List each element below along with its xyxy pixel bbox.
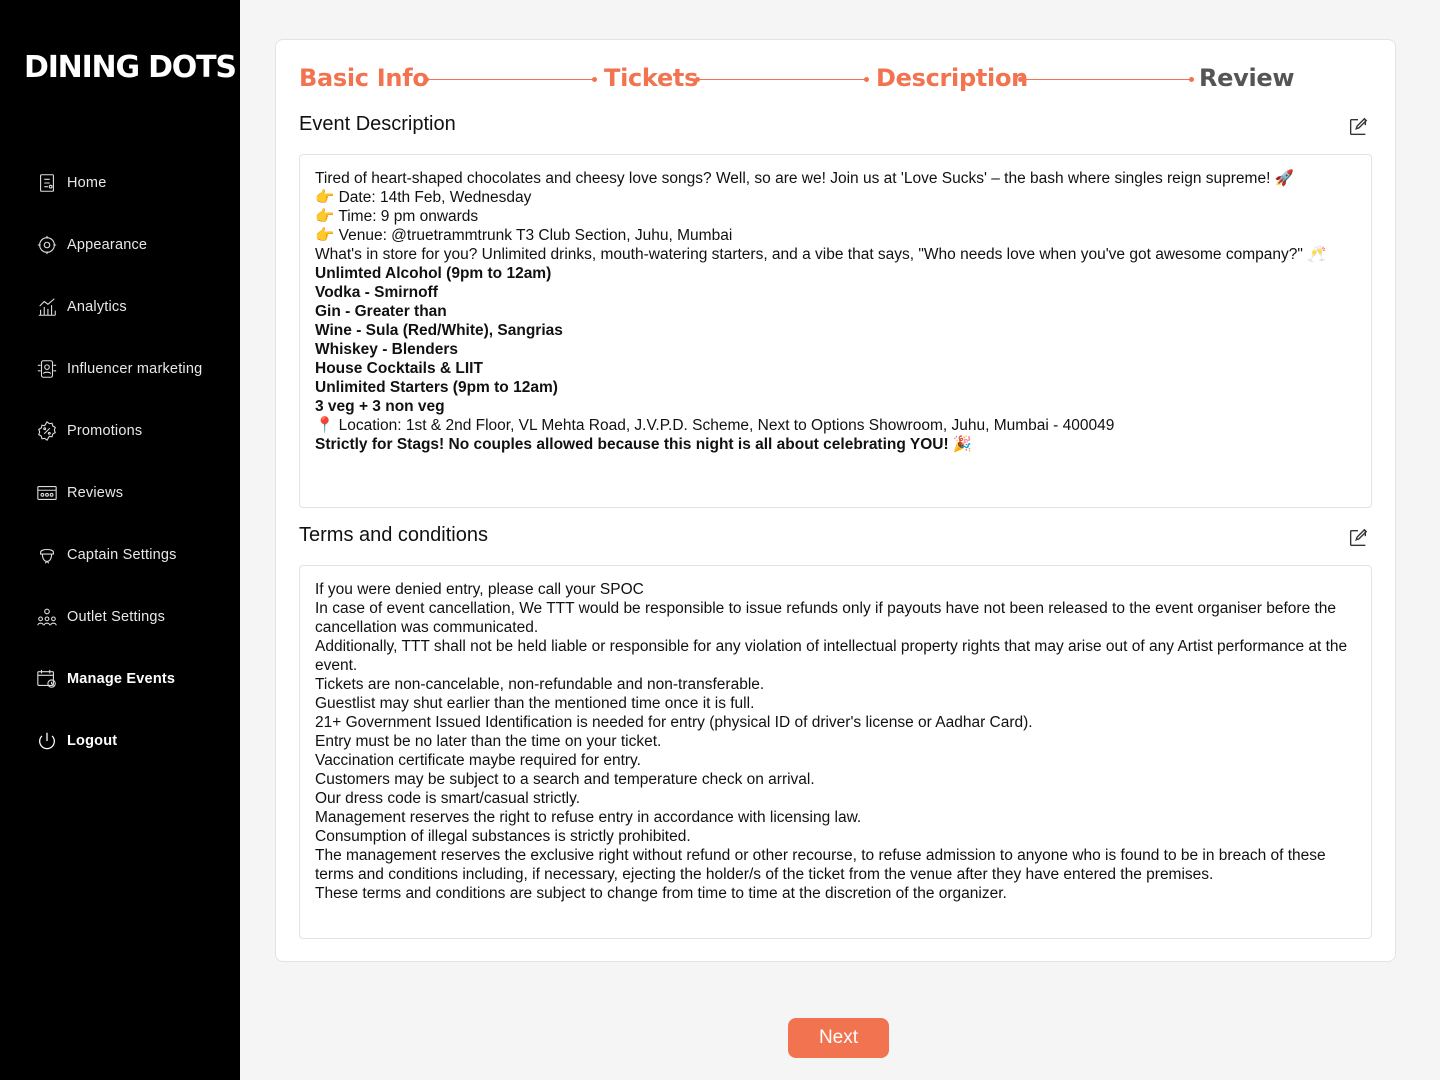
sidebar-nav: Home Appearance Analytics Influencer mar… <box>0 152 240 772</box>
terms-line: Customers may be subject to a search and… <box>315 771 815 788</box>
description-line: Strictly for Stags! No couples allowed b… <box>315 436 973 453</box>
brand-logo: DINING DOTS <box>24 50 237 85</box>
sidebar-item-outlet-settings[interactable]: Outlet Settings <box>0 586 240 648</box>
sidebar-item-label: Captain Settings <box>67 547 177 563</box>
event-description-title: Event Description <box>299 113 456 135</box>
step-tickets[interactable]: Tickets <box>604 64 698 92</box>
terms-textbox[interactable]: If you were denied entry, please call yo… <box>299 565 1372 939</box>
edit-icon <box>1349 528 1368 547</box>
sidebar-item-label: Outlet Settings <box>67 609 166 625</box>
description-line: House Cocktails & LIIT <box>315 360 483 377</box>
event-form-card: Basic Info Tickets Description Review Ev… <box>275 39 1396 962</box>
description-line: Unlimted Alcohol (9pm to 12am) <box>315 265 552 282</box>
sidebar-item-label: Analytics <box>67 299 127 315</box>
terms-line: Management reserves the right to refuse … <box>315 809 862 826</box>
sidebar-item-influencer-marketing[interactable]: Influencer marketing <box>0 338 240 400</box>
terms-line: Entry must be no later than the time on … <box>315 733 662 750</box>
terms-line: In case of event cancellation, We TTT wo… <box>315 600 1337 636</box>
sidebar: DINING DOTS Home Appearance Analytics In… <box>0 0 240 1080</box>
edit-terms-button[interactable] <box>1347 527 1369 549</box>
edit-icon <box>1349 117 1368 136</box>
terms-line: Vaccination certificate maybe required f… <box>315 752 641 769</box>
description-line: Wine - Sula (Red/White), Sangrias <box>315 322 563 339</box>
step-review[interactable]: Review <box>1199 64 1295 92</box>
terms-line: These terms and conditions are subject t… <box>315 885 1007 902</box>
influencer-icon <box>35 357 59 381</box>
next-button[interactable]: Next <box>788 1018 889 1058</box>
terms-line: Our dress code is smart/casual strictly. <box>315 790 581 807</box>
sidebar-item-label: Influencer marketing <box>67 361 203 377</box>
sidebar-item-promotions[interactable]: Promotions <box>0 400 240 462</box>
terms-line: Tickets are non-cancelable, non-refundab… <box>315 676 765 693</box>
description-line: Tired of heart-shaped chocolates and che… <box>315 170 1294 187</box>
terms-line: Consumption of illegal substances is str… <box>315 828 691 845</box>
description-line: 📍 Location: 1st & 2nd Floor, VL Mehta Ro… <box>315 417 1115 434</box>
terms-line: Additionally, TTT shall not be held liab… <box>315 638 1348 674</box>
step-connector <box>1018 77 1194 82</box>
terms-content: If you were denied entry, please call yo… <box>315 580 1356 903</box>
sidebar-item-logout[interactable]: Logout <box>0 710 240 772</box>
description-line: Whiskey - Blenders <box>315 341 458 358</box>
sidebar-item-appearance[interactable]: Appearance <box>0 214 240 276</box>
step-connector <box>695 77 869 82</box>
sidebar-item-label: Reviews <box>67 485 124 501</box>
sidebar-item-label: Home <box>67 175 107 191</box>
sidebar-item-label: Promotions <box>67 423 143 439</box>
description-line: Unlimited Starters (9pm to 12am) <box>315 379 558 396</box>
step-description[interactable]: Description <box>876 64 1028 92</box>
sidebar-item-label: Appearance <box>67 237 148 253</box>
terms-line: Guestlist may shut earlier than the ment… <box>315 695 755 712</box>
description-line: 👉 Time: 9 pm onwards <box>315 208 479 225</box>
edit-description-button[interactable] <box>1347 116 1369 138</box>
description-line: 👉 Date: 14th Feb, Wednesday <box>315 189 532 206</box>
home-icon <box>35 171 59 195</box>
sidebar-item-label: Manage Events <box>67 671 176 687</box>
stepper: Basic Info Tickets Description Review <box>299 64 1295 96</box>
reviews-icon <box>35 481 59 505</box>
step-basic-info[interactable]: Basic Info <box>299 64 429 92</box>
sidebar-item-captain-settings[interactable]: Captain Settings <box>0 524 240 586</box>
events-icon <box>35 667 59 691</box>
sidebar-item-analytics[interactable]: Analytics <box>0 276 240 338</box>
analytics-icon <box>35 295 59 319</box>
event-description-textbox[interactable]: Tired of heart-shaped chocolates and che… <box>299 154 1372 508</box>
description-line: 👉 Venue: @truetrammtrunk T3 Club Section… <box>315 227 733 244</box>
sidebar-item-home[interactable]: Home <box>0 152 240 214</box>
appearance-icon <box>35 233 59 257</box>
description-line: Gin - Greater than <box>315 303 447 320</box>
terms-line: If you were denied entry, please call yo… <box>315 581 644 598</box>
description-line: Vodka - Smirnoff <box>315 284 438 301</box>
step-connector <box>424 77 597 82</box>
outlet-icon <box>35 605 59 629</box>
sidebar-item-reviews[interactable]: Reviews <box>0 462 240 524</box>
description-line: What's in store for you? Unlimited drink… <box>315 246 1327 263</box>
power-icon <box>35 729 59 753</box>
captain-icon <box>35 543 59 567</box>
promotions-icon <box>35 419 59 443</box>
description-line: 3 veg + 3 non veg <box>315 398 445 415</box>
terms-line: 21+ Government Issued Identification is … <box>315 714 1033 731</box>
sidebar-item-manage-events[interactable]: Manage Events <box>0 648 240 710</box>
description-content: Tired of heart-shaped chocolates and che… <box>315 169 1356 454</box>
terms-title: Terms and conditions <box>299 524 488 546</box>
sidebar-item-label: Logout <box>67 733 118 749</box>
terms-line: The management reserves the exclusive ri… <box>315 847 1326 883</box>
